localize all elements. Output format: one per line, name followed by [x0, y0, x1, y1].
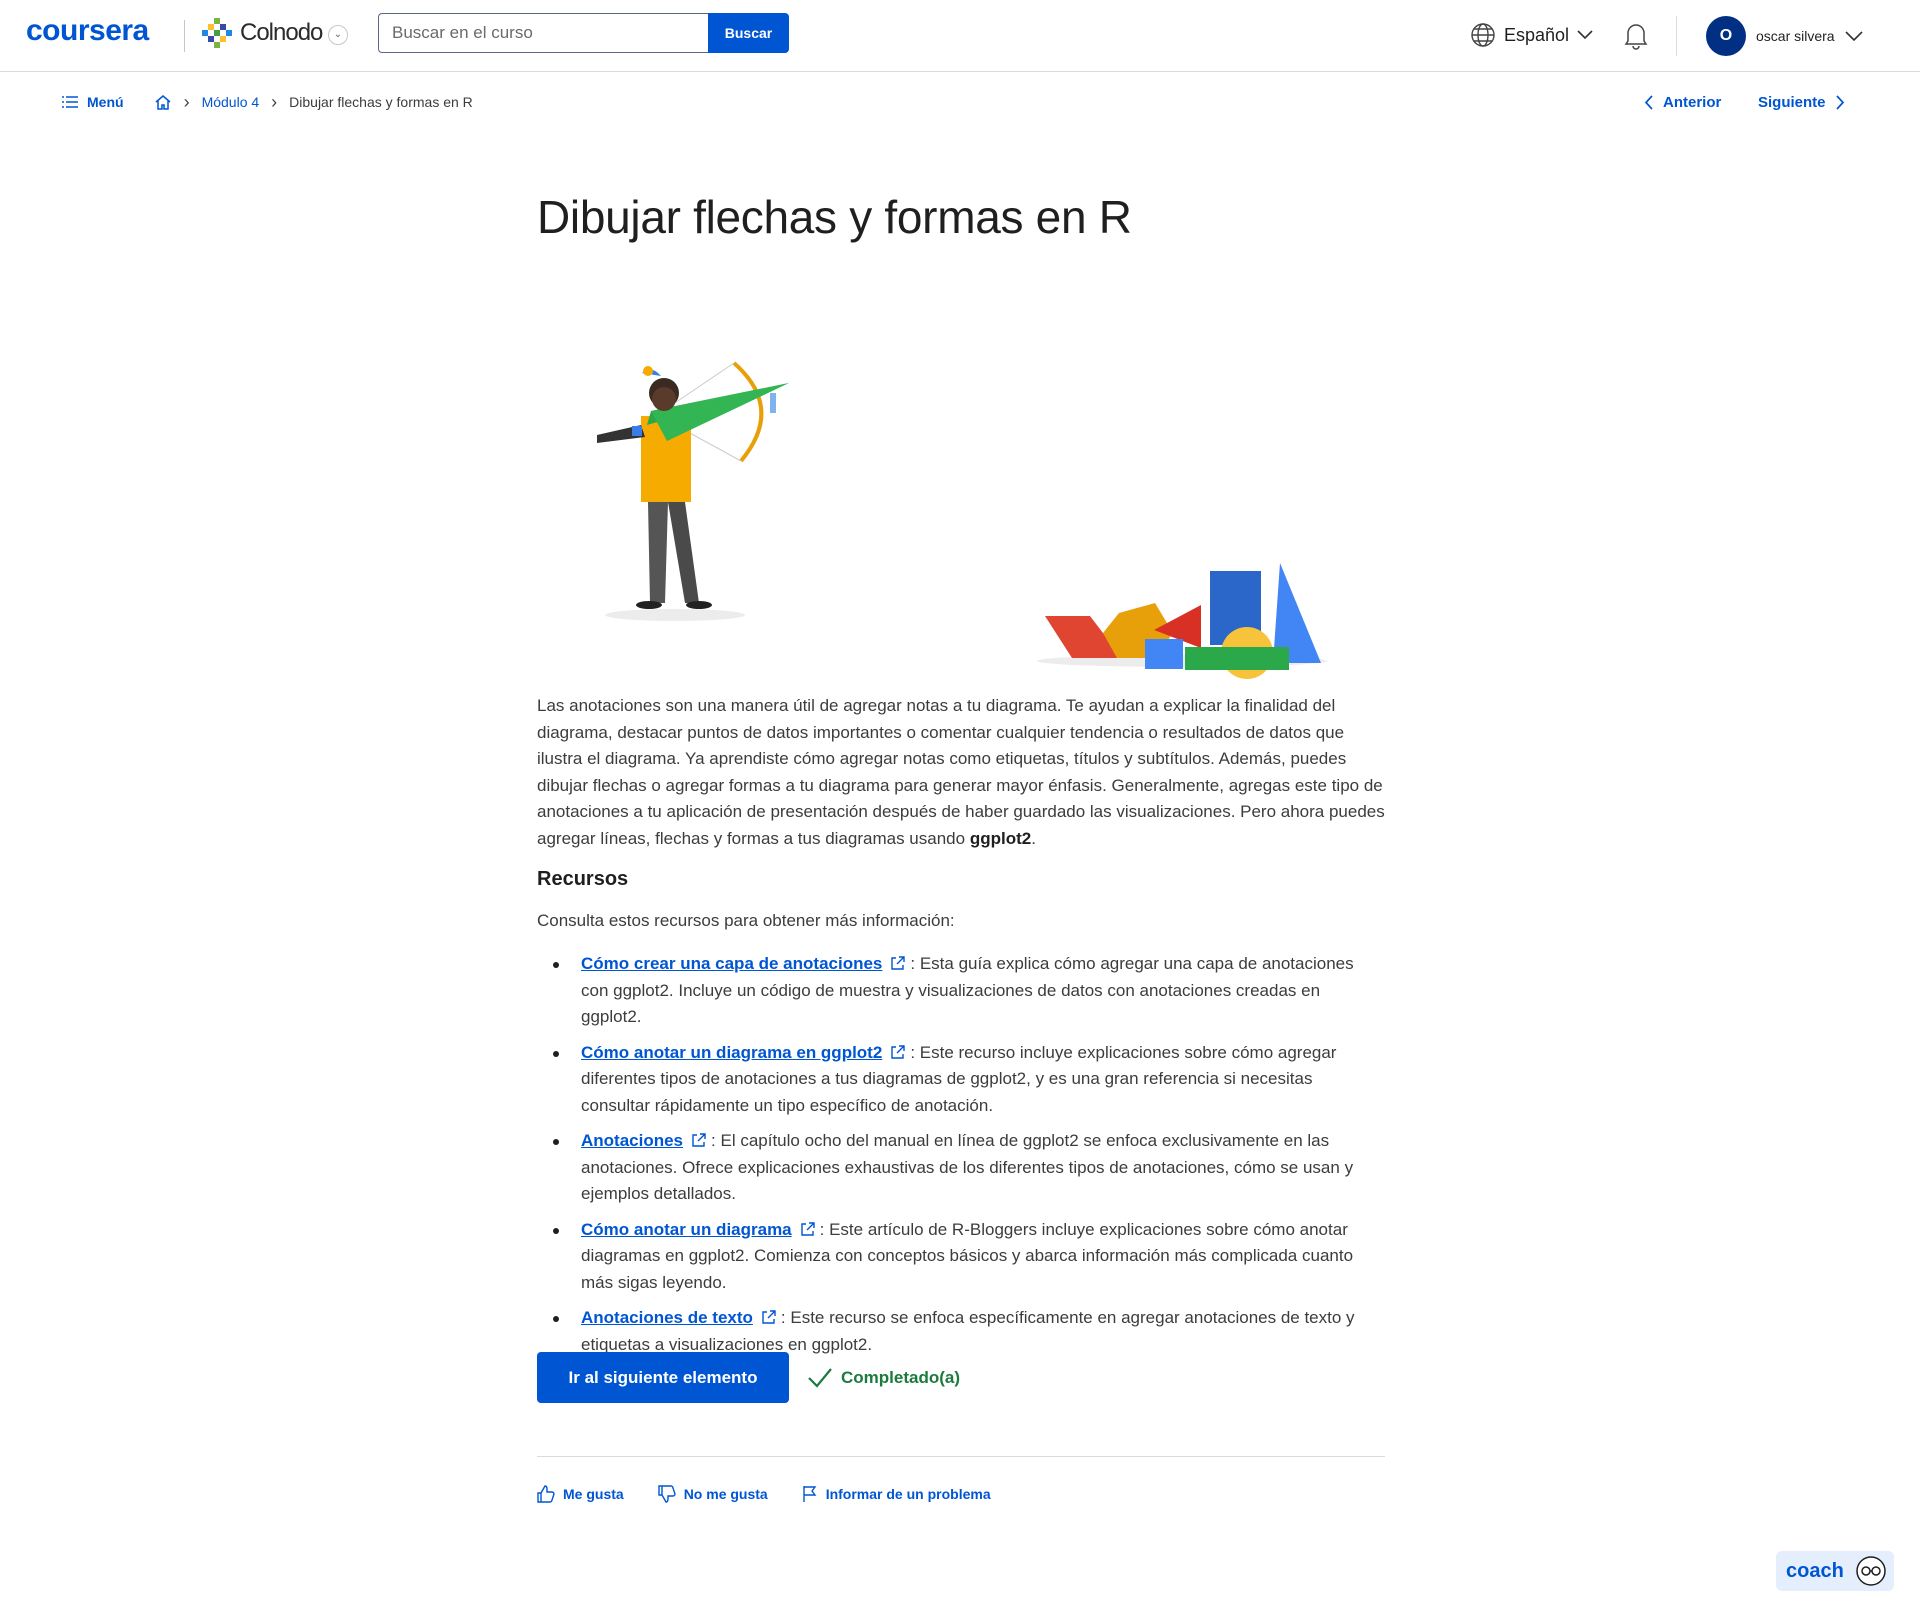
resources-list: Cómo crear una capa de anotaciones: Esta… — [537, 951, 1385, 1358]
reading-content: Dibujar flechas y formas en R Las anotac… — [537, 190, 1385, 1367]
list-item: Cómo crear una capa de anotaciones: Esta… — [537, 951, 1385, 1031]
menu-button[interactable]: Menú — [62, 94, 124, 110]
resources-heading: Recursos — [537, 868, 629, 890]
paragraph-end: . — [1031, 828, 1036, 848]
top-navigation-bar: coursera Colnodo ⌄ Buscar Español O osca… — [0, 0, 1920, 72]
resource-link[interactable]: Cómo anotar un diagrama — [581, 1220, 792, 1239]
coursera-logo[interactable]: coursera — [26, 14, 149, 48]
external-link-icon — [891, 956, 906, 970]
bell-icon — [1624, 24, 1648, 50]
user-menu[interactable]: O oscar silvera — [1706, 16, 1863, 56]
menu-label: Menú — [87, 94, 124, 110]
coach-label: coach — [1786, 1559, 1844, 1582]
completed-status: Completado(a) — [807, 1367, 960, 1389]
list-item: Cómo anotar un diagrama en ggplot2: Este… — [537, 1040, 1385, 1120]
resources-intro: Consulta estos recursos para obtener más… — [537, 911, 955, 930]
checkmark-icon — [808, 1367, 832, 1388]
chevron-left-icon — [1644, 95, 1653, 110]
breadcrumb: Menú › Módulo 4 › Dibujar flechas y form… — [62, 92, 473, 112]
page-title: Dibujar flechas y formas en R — [537, 191, 1132, 243]
chevron-right-icon — [1835, 95, 1844, 110]
header-divider — [1676, 16, 1677, 56]
resource-link[interactable]: Cómo anotar un diagrama en ggplot2 — [581, 1043, 882, 1062]
avatar: O — [1706, 16, 1746, 56]
like-label: Me gusta — [563, 1486, 624, 1502]
report-label: Informar de un problema — [825, 1486, 991, 1502]
course-search-input[interactable] — [378, 13, 710, 53]
thumbs-up-icon — [537, 1485, 555, 1503]
resource-link[interactable]: Anotaciones de texto — [581, 1308, 753, 1327]
next-label: Siguiente — [1758, 94, 1826, 111]
partner-name: Colnodo — [240, 19, 323, 46]
report-problem-button[interactable]: Informar de un problema — [802, 1485, 991, 1503]
colnodo-emblem-icon — [202, 18, 232, 48]
dislike-label: No me gusta — [683, 1486, 768, 1502]
search-button[interactable]: Buscar — [708, 13, 789, 53]
list-item: Anotaciones: El capítulo ocho del manual… — [537, 1128, 1385, 1208]
breadcrumb-current: Dibujar flechas y formas en R — [289, 94, 473, 110]
external-link-icon — [762, 1310, 776, 1324]
intro-paragraph: Las anotaciones son una manera útil de a… — [537, 693, 1385, 852]
chevron-right-icon: › — [183, 92, 190, 112]
divider — [537, 1456, 1385, 1457]
language-label: Español — [1504, 24, 1570, 45]
resource-link[interactable]: Cómo crear una capa de anotaciones — [581, 954, 882, 973]
previous-button[interactable]: Anterior — [1644, 94, 1721, 111]
hero-illustration — [537, 303, 1385, 693]
previous-label: Anterior — [1663, 94, 1722, 111]
completed-label: Completado(a) — [841, 1367, 960, 1387]
archer-illustration — [597, 361, 1327, 679]
partner-switch-chevron-icon[interactable]: ⌄ — [328, 25, 348, 45]
list-item: Cómo anotar un diagrama: Este artículo d… — [537, 1217, 1385, 1297]
like-button[interactable]: Me gusta — [537, 1485, 624, 1503]
resource-link[interactable]: Anotaciones — [581, 1131, 683, 1150]
go-to-next-item-button[interactable]: Ir al siguiente elemento — [537, 1352, 789, 1403]
chevron-down-icon — [1845, 31, 1863, 41]
chevron-right-icon: › — [271, 92, 278, 112]
globe-icon — [1471, 23, 1495, 47]
dislike-button[interactable]: No me gusta — [657, 1485, 768, 1503]
completion-actions: Ir al siguiente elemento Completado(a) — [537, 1352, 960, 1403]
flag-icon — [803, 1486, 817, 1502]
paragraph-bold: ggplot2 — [969, 828, 1032, 848]
external-link-icon — [692, 1133, 706, 1147]
chevron-down-icon — [1577, 30, 1593, 40]
external-link-icon — [800, 1221, 815, 1236]
breadcrumb-module-link[interactable]: Módulo 4 — [202, 94, 260, 110]
user-name: oscar silvera — [1756, 28, 1835, 44]
list-icon — [62, 96, 78, 108]
partner-logo[interactable]: Colnodo — [200, 16, 323, 50]
external-link-icon — [891, 1044, 906, 1059]
notifications-button[interactable] — [1622, 20, 1650, 55]
next-button[interactable]: Siguiente — [1758, 94, 1845, 111]
thumbs-down-icon — [657, 1485, 676, 1503]
logo-divider — [184, 20, 185, 52]
coach-glasses-icon — [1856, 1556, 1886, 1586]
home-icon[interactable] — [154, 94, 172, 110]
coach-button[interactable]: coach — [1776, 1551, 1894, 1591]
list-item: Anotaciones de texto: Este recurso se en… — [537, 1305, 1385, 1358]
feedback-bar: Me gusta No me gusta Informar de un prob… — [537, 1485, 991, 1503]
language-selector[interactable]: Español — [1470, 22, 1593, 48]
paragraph-text: Las anotaciones son una manera útil de a… — [537, 696, 1385, 848]
